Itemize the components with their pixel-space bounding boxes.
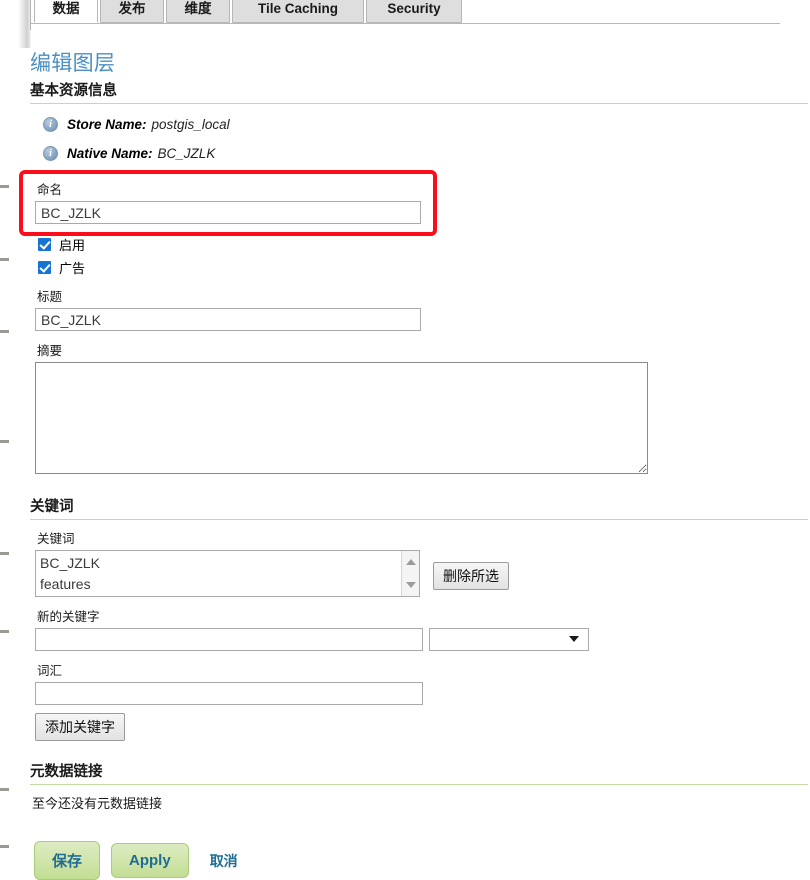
native-name-row: i Native Name: BC_JZLK <box>43 144 810 162</box>
add-keyword-button[interactable]: 添加关键字 <box>35 713 125 741</box>
list-item[interactable]: features <box>40 574 419 595</box>
enabled-checkbox-label: 启用 <box>59 237 86 253</box>
remove-selected-button[interactable]: 删除所选 <box>433 562 509 590</box>
edge-dash-mark <box>0 258 9 261</box>
section-heading-basic-resource: 基本资源信息 <box>30 83 117 99</box>
section-divider <box>30 103 808 104</box>
keywords-listbox[interactable]: BC_JZLK features <box>35 550 420 597</box>
advertised-checkbox-row[interactable]: 广告 <box>38 258 810 276</box>
tab-dimension[interactable]: 维度 <box>166 0 230 23</box>
section-heading-metadata-links: 元数据链接 <box>30 764 103 780</box>
form-actions: 保存 Apply 取消 <box>34 841 810 880</box>
tab-security[interactable]: Security <box>366 0 462 23</box>
section-divider <box>30 519 808 520</box>
cancel-link[interactable]: 取消 <box>210 851 238 871</box>
keywords-list-label: 关键词 <box>37 532 75 546</box>
page-left-edge <box>0 0 31 871</box>
chevron-down-icon[interactable] <box>406 582 416 588</box>
info-icon: i <box>43 145 58 161</box>
store-name-row: i Store Name: postgis_local <box>43 115 810 133</box>
edge-dash-mark <box>0 330 9 333</box>
enabled-checkbox[interactable] <box>38 237 51 251</box>
language-select-wrap <box>429 628 589 651</box>
metadata-links-empty-text: 至今还没有元数据链接 <box>32 796 163 811</box>
store-name-value: postgis_local <box>151 116 230 132</box>
store-name-label: Store Name: <box>67 116 147 132</box>
edge-dash-mark <box>0 845 9 848</box>
enabled-checkbox-row[interactable]: 启用 <box>38 235 810 253</box>
listbox-scrollbar[interactable] <box>401 551 419 596</box>
keywords-row: BC_JZLK features 删除所选 <box>35 550 810 597</box>
vocabulary-label: 词汇 <box>37 664 63 678</box>
edge-dash-mark <box>0 440 9 443</box>
section-heading-keywords: 关键词 <box>30 499 74 515</box>
new-keyword-input[interactable] <box>35 628 423 651</box>
name-field-label: 命名 <box>37 183 63 197</box>
abstract-field-label: 摘要 <box>37 344 63 358</box>
edge-dash-mark <box>0 630 9 633</box>
edge-dash-mark <box>0 185 9 188</box>
layer-edit-form: 编辑图层 基本资源信息 i Store Name: postgis_local … <box>30 24 810 880</box>
edge-divider <box>30 0 31 30</box>
vocabulary-input[interactable] <box>35 682 423 705</box>
keyword-language-select[interactable] <box>429 628 589 651</box>
edge-dash-mark <box>0 788 9 791</box>
tab-data[interactable]: 数据 <box>34 0 98 23</box>
chevron-up-icon[interactable] <box>406 559 416 565</box>
layer-editor-tabs: 数据 发布 维度 Tile Caching Security <box>30 0 810 24</box>
name-input[interactable] <box>35 201 421 224</box>
tab-publishing[interactable]: 发布 <box>100 0 164 23</box>
edge-dash-mark <box>0 552 9 555</box>
advertised-checkbox-label: 广告 <box>59 260 86 276</box>
native-name-value: BC_JZLK <box>157 145 216 161</box>
info-icon: i <box>43 116 58 132</box>
tab-tile-caching[interactable]: Tile Caching <box>232 0 364 23</box>
page-title: 编辑图层 <box>30 52 116 75</box>
advertised-checkbox[interactable] <box>38 260 51 274</box>
title-field-label: 标题 <box>37 290 63 304</box>
abstract-textarea[interactable] <box>35 362 648 474</box>
section-divider <box>30 784 808 785</box>
apply-button[interactable]: Apply <box>111 843 189 878</box>
list-item[interactable]: BC_JZLK <box>40 553 419 574</box>
title-input[interactable] <box>35 308 421 331</box>
native-name-label: Native Name: <box>67 145 153 161</box>
new-keyword-label: 新的关键字 <box>37 610 100 624</box>
save-button[interactable]: 保存 <box>34 841 101 880</box>
